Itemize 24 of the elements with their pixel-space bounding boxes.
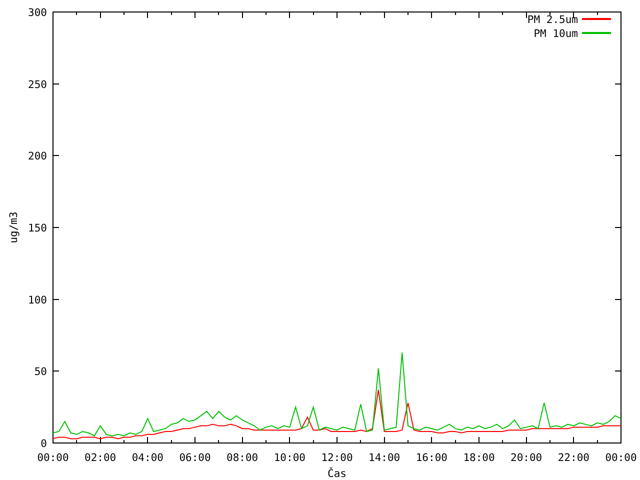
tick-label: 300 [28, 7, 47, 19]
tick-label: 100 [28, 294, 47, 306]
tick-label: 22:00 [558, 452, 590, 464]
tick-label: 12:00 [321, 452, 353, 464]
axis-title: Čas [328, 468, 346, 480]
tick-label: 20:00 [510, 452, 542, 464]
tick-label: 02:00 [84, 452, 116, 464]
tick-label: 250 [28, 78, 47, 91]
legend-label: PM 10um [534, 28, 578, 40]
tick-label: 150 [28, 222, 47, 234]
tick-label: 06:00 [179, 452, 211, 464]
tick-label: 08:00 [226, 452, 258, 464]
tick-label: 18:00 [463, 452, 495, 464]
legend-label: PM 2.5um [527, 14, 578, 26]
tick-label: 00:00 [605, 452, 637, 464]
tick-label: 10:00 [274, 452, 306, 464]
tick-label: 04:00 [132, 452, 164, 464]
tick-label: 16:00 [416, 452, 448, 464]
axis-title: ug/m3 [8, 212, 20, 244]
tick-label: 200 [28, 150, 47, 163]
tick-label: 00:00 [37, 452, 69, 464]
tick-label: 0 [40, 438, 47, 450]
tick-label: 14:00 [368, 452, 400, 464]
tick-label: 50 [34, 366, 47, 378]
